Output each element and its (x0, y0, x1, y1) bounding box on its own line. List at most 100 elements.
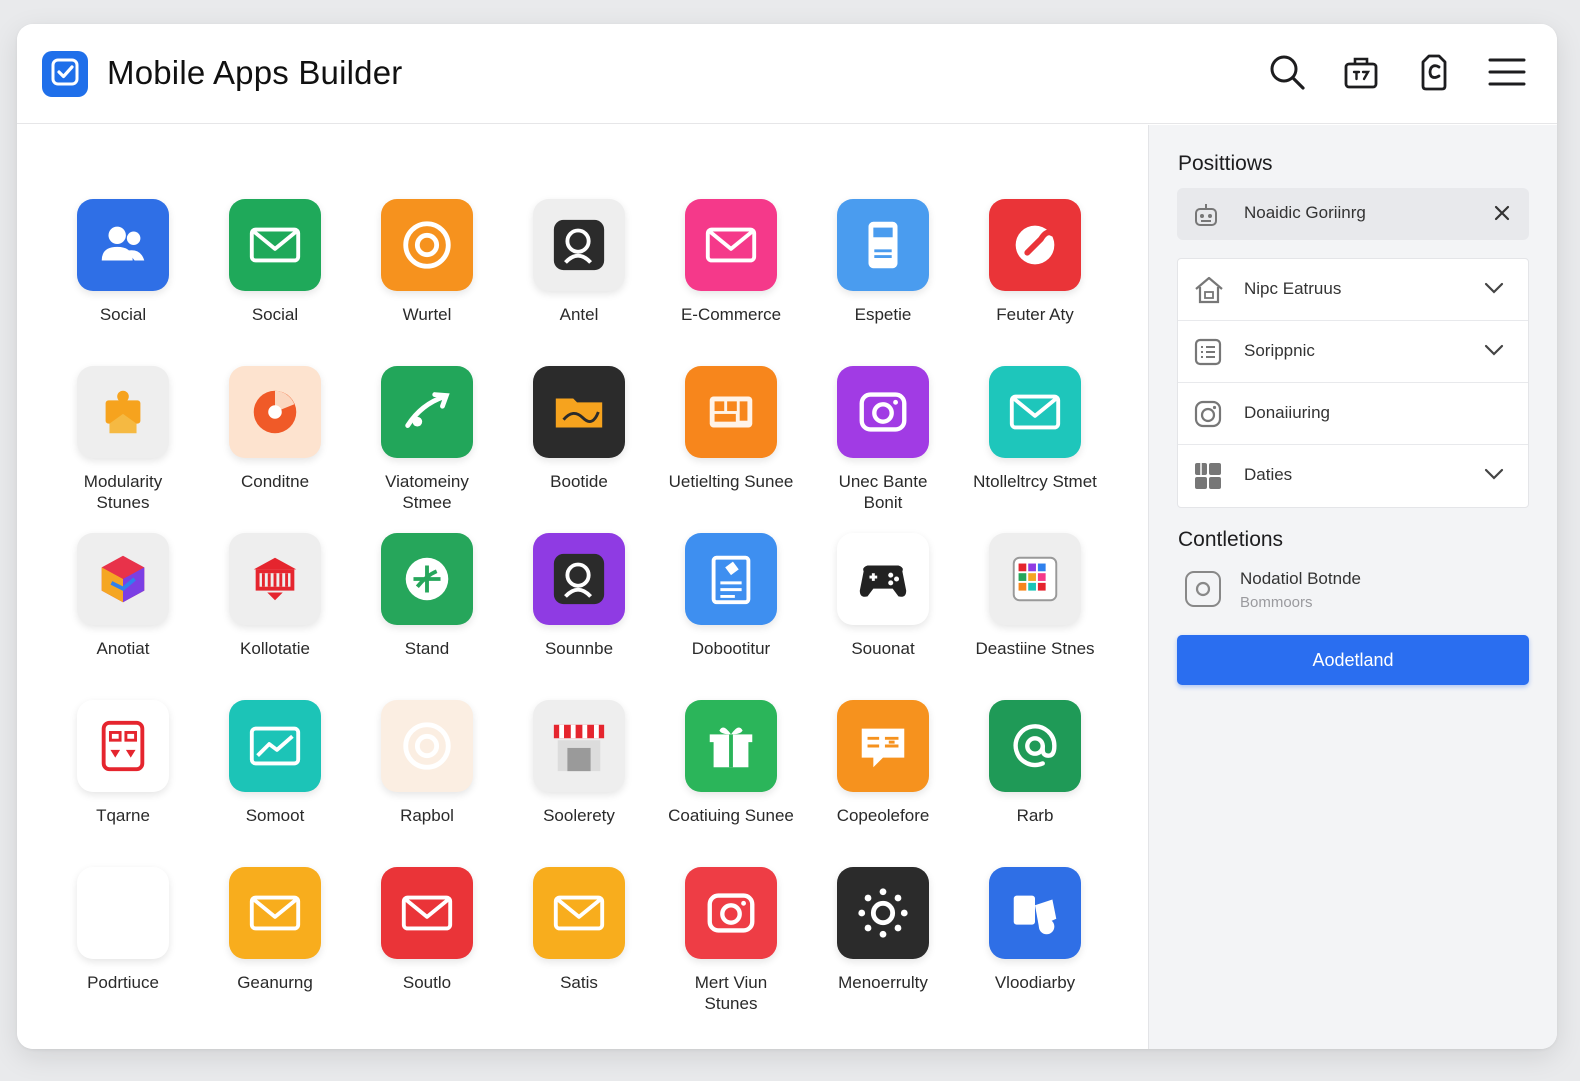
app-label: Anotiat (96, 639, 150, 658)
app-tile[interactable]: Social (229, 199, 321, 366)
app-tile[interactable]: Vloodiarby (989, 867, 1081, 1034)
chat-icon (837, 700, 929, 792)
app-tile[interactable]: Geanurng (229, 867, 321, 1034)
app-tile[interactable]: Menoerrulty (837, 867, 929, 1034)
chart-icon (229, 700, 321, 792)
list-item-3[interactable]: Donaiiuring (1178, 383, 1528, 445)
app-tile[interactable]: Soolerety (533, 700, 625, 867)
app-tile[interactable]: Rarb (989, 700, 1081, 867)
app-label: Sounnbe (544, 639, 614, 658)
search-button[interactable] (1265, 52, 1309, 96)
app-logo (42, 51, 88, 97)
mail-icon (989, 366, 1081, 458)
app-tile[interactable]: Antel (533, 199, 625, 366)
app-tile[interactable]: Social (77, 199, 169, 366)
app-tile[interactable]: Uetielting Sunee (669, 366, 793, 533)
gear-icon (837, 867, 929, 959)
checkbox-icon (50, 57, 80, 92)
app-tile[interactable]: Copeolefore (837, 700, 929, 867)
app-label: Copeolefore (836, 806, 930, 825)
app-tile[interactable]: Anotiat (77, 533, 169, 700)
app-tile[interactable]: Rapbol (381, 700, 473, 867)
sidebar: Posittiows Noaidic Goriinrg Nipc Eatruus (1148, 125, 1557, 1049)
app-label: Modularity Stunes (83, 472, 163, 512)
briefcase-icon (1342, 53, 1380, 96)
app-tile[interactable]: Bootide (533, 366, 625, 533)
position-chip[interactable]: Noaidic Goriinrg (1177, 188, 1529, 240)
list-item-4[interactable]: Daties (1178, 445, 1528, 507)
app-tile[interactable]: Deastiine Stnes (975, 533, 1095, 700)
app-tile[interactable]: Soutlo (381, 867, 473, 1034)
mail-icon (77, 867, 169, 959)
app-tile[interactable]: Unec Bante Bonit (837, 366, 929, 533)
list-item-2[interactable]: Sorippnic (1178, 321, 1528, 383)
app-label: Ntolleltrcy Stmet (973, 472, 1097, 491)
app-label: Menoerrulty (838, 973, 928, 992)
list-item-1[interactable]: Nipc Eatruus (1178, 259, 1528, 321)
app-tile[interactable]: Kollotatie (229, 533, 321, 700)
app-tile[interactable]: Mert Viun Stunes (685, 867, 777, 1034)
app-tile[interactable]: Wurtel (381, 199, 473, 366)
app-tile[interactable]: Conditne (229, 366, 321, 533)
app-tile[interactable]: Modularity Stunes (77, 366, 169, 533)
briefcase-button[interactable] (1339, 52, 1383, 96)
app-tile[interactable]: Feuter Aty (989, 199, 1081, 366)
search-icon (533, 533, 625, 625)
gift-icon (685, 700, 777, 792)
app-tile[interactable]: Tqarne (77, 700, 169, 867)
app-label: Coatiuing Sunee (668, 806, 794, 825)
mail-icon (229, 199, 321, 291)
cube-icon (77, 533, 169, 625)
search-icon (1267, 52, 1307, 97)
app-label: Vloodiarby (994, 973, 1076, 992)
app-tile[interactable]: Dobootitur (685, 533, 777, 700)
grid-icon (685, 366, 777, 458)
app-tile[interactable]: Souonat (837, 533, 929, 700)
app-grid: Social Social Wurtel Antel E-Commerce Espetie… (77, 199, 1097, 1034)
connections-title: Contletions (1178, 528, 1284, 551)
app-tile[interactable]: Ntolleltrcy Stmet (973, 366, 1097, 533)
app-label: Viatomeiny Stmee (385, 472, 469, 512)
app-tile[interactable]: Stand (381, 533, 473, 700)
search-icon (533, 199, 625, 291)
camera-icon (1193, 399, 1223, 434)
pie-icon (229, 366, 321, 458)
shapes-icon (989, 867, 1081, 959)
app-tile[interactable]: Somoot (229, 700, 321, 867)
app-tile[interactable]: Satis (533, 867, 625, 1034)
menu-button[interactable] (1485, 52, 1529, 96)
app-label: Bootide (550, 472, 608, 491)
app-label: Satis (560, 973, 598, 992)
header: Mobile Apps Builder (17, 24, 1557, 124)
app-tile[interactable]: Espetie (837, 199, 929, 366)
mail-icon (533, 867, 625, 959)
app-label: Soutlo (402, 973, 452, 992)
target-icon (381, 199, 473, 291)
menu-icon (1488, 55, 1526, 94)
app-label: Stand (404, 639, 450, 658)
app-tile[interactable]: E-Commerce (681, 199, 781, 366)
app-tile[interactable]: Sounnbe (533, 533, 625, 700)
main-content: Social Social Wurtel Antel E-Commerce Espetie… (17, 125, 1148, 1049)
app-tile[interactable]: Viatomeiny Stmee (381, 366, 473, 533)
chip-label: Noaidic Goriinrg (1244, 203, 1366, 222)
camera-icon (837, 366, 929, 458)
connection-item[interactable]: Nodatiol Botnde Bommoors (1177, 565, 1529, 621)
app-label: Rarb (1016, 806, 1054, 825)
list-item-label: Nipc Eatruus (1244, 279, 1342, 298)
instagram-icon (1185, 571, 1221, 607)
app-tile[interactable]: Podrtiuce (77, 867, 169, 1034)
app-label: Deastiine Stnes (975, 639, 1095, 658)
folder-icon (533, 366, 625, 458)
app-label: Unec Bante Bonit (838, 472, 928, 512)
storefront-icon (533, 700, 625, 792)
close-icon[interactable] (1491, 202, 1513, 229)
tag-button[interactable] (1412, 52, 1456, 96)
app-tile[interactable]: Coatiuing Sunee (668, 700, 794, 867)
app-label: Feuter Aty (996, 305, 1074, 324)
primary-action-button[interactable]: Aodetland (1177, 635, 1529, 685)
leaf-icon (381, 533, 473, 625)
chevron-down-icon (1484, 343, 1504, 362)
target-icon (381, 700, 473, 792)
gamepad-icon (837, 533, 929, 625)
